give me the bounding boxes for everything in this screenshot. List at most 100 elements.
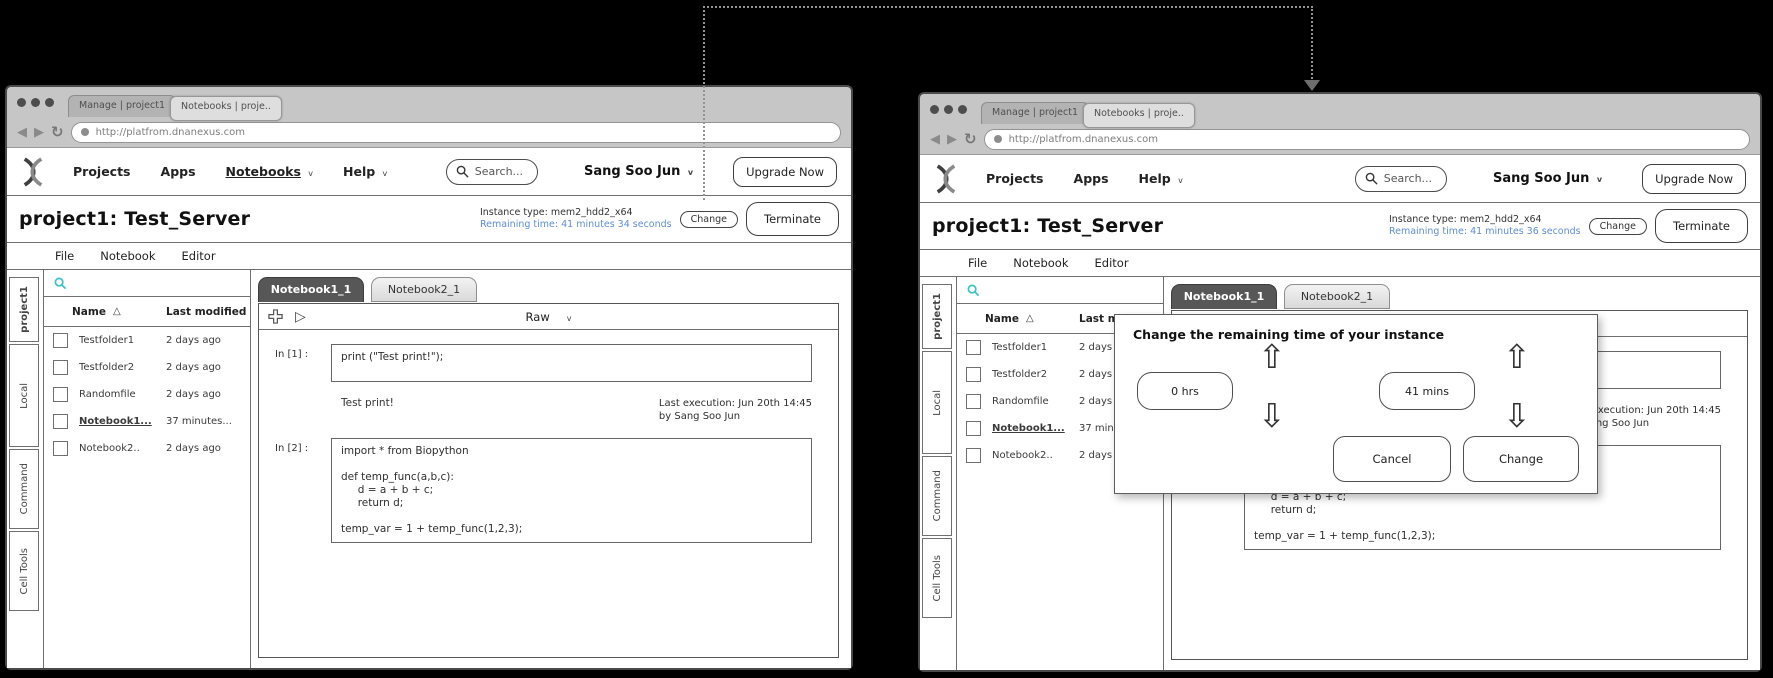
file-checkbox[interactable] xyxy=(53,387,68,402)
browser-tab-notebooks[interactable]: Notebooks | proje.. xyxy=(170,96,282,121)
window-control-dot-icon[interactable] xyxy=(31,97,40,107)
run-cell-icon[interactable]: ▷ xyxy=(295,310,306,324)
notebook-tab-2[interactable]: Notebook2_1 xyxy=(1284,284,1390,309)
add-cell-icon[interactable] xyxy=(268,309,283,324)
address-bar[interactable]: http://platfrom.dnanexus.com xyxy=(70,121,841,143)
browser-tab-notebooks[interactable]: Notebooks | proje.. xyxy=(1083,103,1195,128)
change-time-button[interactable]: Change xyxy=(1588,217,1647,235)
sidebar-tab-project1[interactable]: project1 xyxy=(922,284,952,349)
user-name: Sang Soo Jun xyxy=(1493,171,1590,186)
hours-increment-arrow-icon[interactable]: ⇧ xyxy=(1258,340,1286,373)
file-checkbox[interactable] xyxy=(966,421,981,436)
menu-editor[interactable]: Editor xyxy=(182,249,216,263)
window-control-dot-icon[interactable] xyxy=(17,97,26,107)
sidebar-tab-command[interactable]: Command xyxy=(922,456,952,536)
modal-change-button[interactable]: Change xyxy=(1463,436,1579,482)
nav-notebooks[interactable]: Notebooks v xyxy=(226,164,313,179)
column-header-name[interactable]: Name xyxy=(72,306,106,318)
nav-projects[interactable]: Projects xyxy=(986,171,1044,186)
address-bar[interactable]: http://platfrom.dnanexus.com xyxy=(983,128,1750,150)
modal-title: Change the remaining time of your instan… xyxy=(1133,327,1445,342)
file-row[interactable]: Notebook2.. 2 days ago xyxy=(44,435,250,462)
column-header-name[interactable]: Name xyxy=(985,313,1019,325)
file-checkbox[interactable] xyxy=(966,340,981,355)
code-cell-1[interactable]: print ("Test print!"); xyxy=(331,344,812,382)
user-menu[interactable]: Sang Soo Jun v xyxy=(584,164,693,179)
notebook-tab-1[interactable]: Notebook1_1 xyxy=(258,277,364,302)
forward-icon[interactable]: ▶ xyxy=(34,126,44,139)
file-checkbox[interactable] xyxy=(966,367,981,382)
minutes-value[interactable]: 41 mins xyxy=(1379,372,1475,410)
search-input[interactable]: Search... xyxy=(445,158,539,185)
cancel-button[interactable]: Cancel xyxy=(1333,436,1451,482)
app-navbar: Projects Apps Help v Search... Sang Soo … xyxy=(920,155,1760,203)
file-row[interactable]: Testfolder2 2 days ago xyxy=(44,354,250,381)
sidebar-tab-local[interactable]: Local xyxy=(922,351,952,454)
file-checkbox[interactable] xyxy=(53,441,68,456)
nav-apps[interactable]: Apps xyxy=(161,164,196,179)
file-name: Notebook2.. xyxy=(79,443,140,454)
sidebar-tab-cell-tools[interactable]: Cell Tools xyxy=(9,531,39,611)
window-controls[interactable] xyxy=(17,97,54,107)
change-time-button[interactable]: Change xyxy=(679,210,738,228)
back-icon[interactable]: ◀ xyxy=(17,126,27,139)
nav-apps[interactable]: Apps xyxy=(1074,171,1109,186)
menu-editor[interactable]: Editor xyxy=(1095,256,1129,270)
sidebar-tab-project1[interactable]: project1 xyxy=(9,277,39,342)
hours-value[interactable]: 0 hrs xyxy=(1137,372,1233,410)
file-modified: 37 minutes... xyxy=(166,416,232,427)
minutes-increment-arrow-icon[interactable]: ⇧ xyxy=(1503,340,1531,373)
browser-tab-manage[interactable]: Manage | project1 xyxy=(981,102,1089,124)
nav-help-label: Help xyxy=(343,164,376,179)
window-control-dot-icon[interactable] xyxy=(930,104,939,114)
upgrade-now-button[interactable]: Upgrade Now xyxy=(733,156,837,187)
url-text: http://platfrom.dnanexus.com xyxy=(95,126,245,138)
terminate-button[interactable]: Terminate xyxy=(746,202,839,236)
window-control-dot-icon[interactable] xyxy=(958,104,967,114)
user-menu[interactable]: Sang Soo Jun v xyxy=(1493,171,1602,186)
back-icon[interactable]: ◀ xyxy=(930,133,940,146)
sidebar-tab-command[interactable]: Command xyxy=(9,449,39,529)
cell-type-dropdown[interactable]: Raw v xyxy=(526,310,572,324)
reload-icon[interactable]: ↻ xyxy=(51,124,64,140)
notebook-panel: Notebook1_1 Notebook2_1 ▷ Raw v xyxy=(251,270,851,668)
nav-help[interactable]: Help v xyxy=(1139,171,1183,186)
code-cell-2[interactable]: import * from Biopython def temp_func(a,… xyxy=(331,438,812,543)
browser-tab-manage[interactable]: Manage | project1 xyxy=(68,95,176,117)
forward-icon[interactable]: ▶ xyxy=(947,133,957,146)
file-checkbox[interactable] xyxy=(53,333,68,348)
window-controls[interactable] xyxy=(930,104,967,114)
connector-line-top xyxy=(703,6,1313,8)
menu-file[interactable]: File xyxy=(968,256,987,270)
notebook-tab-2[interactable]: Notebook2_1 xyxy=(371,277,477,302)
upgrade-now-button[interactable]: Upgrade Now xyxy=(1642,163,1746,194)
sidebar-tab-local[interactable]: Local xyxy=(9,344,39,447)
sidebar-tab-cell-tools[interactable]: Cell Tools xyxy=(922,538,952,618)
nav-projects[interactable]: Projects xyxy=(73,164,131,179)
file-row[interactable]: Testfolder1 2 days ago xyxy=(44,327,250,354)
terminate-button[interactable]: Terminate xyxy=(1655,209,1748,243)
file-checkbox[interactable] xyxy=(966,394,981,409)
menu-file[interactable]: File xyxy=(55,249,74,263)
window-control-dot-icon[interactable] xyxy=(944,104,953,114)
file-search-icon[interactable] xyxy=(967,284,980,297)
file-row[interactable]: Randomfile 2 days ago xyxy=(44,381,250,408)
url-text: http://platfrom.dnanexus.com xyxy=(1008,133,1158,145)
dnanexus-logo-icon[interactable] xyxy=(934,164,958,194)
search-input[interactable]: Search... xyxy=(1354,165,1448,192)
window-control-dot-icon[interactable] xyxy=(45,97,54,107)
file-row[interactable]: Notebook1... 37 minutes... xyxy=(44,408,250,435)
reload-icon[interactable]: ↻ xyxy=(964,131,977,147)
nav-help[interactable]: Help v xyxy=(343,164,387,179)
column-header-modified[interactable]: Last modified xyxy=(166,306,246,318)
hours-decrement-arrow-icon[interactable]: ⇩ xyxy=(1258,399,1286,432)
file-checkbox[interactable] xyxy=(53,414,68,429)
minutes-decrement-arrow-icon[interactable]: ⇩ xyxy=(1503,399,1531,432)
file-checkbox[interactable] xyxy=(53,360,68,375)
notebook-tab-1[interactable]: Notebook1_1 xyxy=(1171,284,1277,309)
menu-notebook[interactable]: Notebook xyxy=(100,249,155,263)
menu-notebook[interactable]: Notebook xyxy=(1013,256,1068,270)
dnanexus-logo-icon[interactable] xyxy=(21,157,45,187)
file-search-icon[interactable] xyxy=(54,277,67,290)
file-checkbox[interactable] xyxy=(966,448,981,463)
